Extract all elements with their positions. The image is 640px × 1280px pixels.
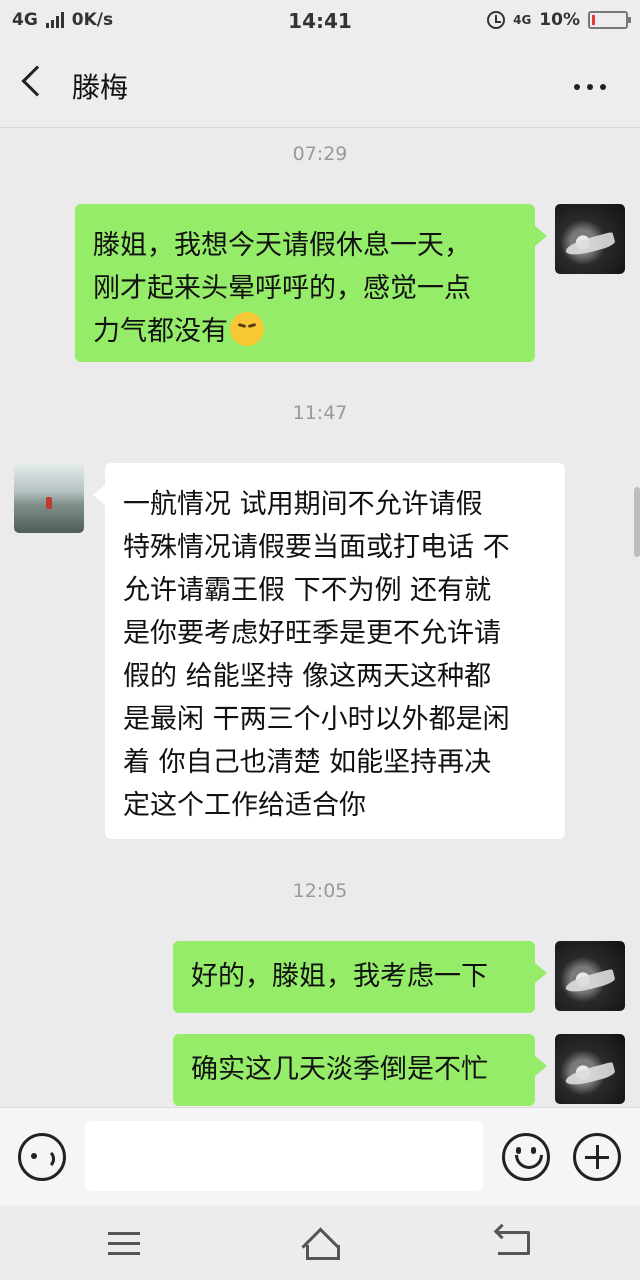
- message-bubble-sent[interactable]: 好的，滕姐，我考虑一下: [173, 941, 547, 1013]
- system-nav-bar: [0, 1205, 640, 1280]
- alarm-icon: [487, 11, 506, 29]
- my-avatar[interactable]: [555, 941, 625, 1011]
- message-line: 好的，滕姐，我考虑一下: [191, 961, 488, 992]
- battery-percent: 10%: [539, 10, 580, 30]
- chat-title: 滕梅: [72, 71, 129, 104]
- message-line: 是你要考虑好旺季是更不允许请: [123, 618, 501, 649]
- message-line: 是最闲 干两三个小时以外都是闲: [123, 704, 510, 735]
- back-arrow-icon[interactable]: [21, 65, 53, 97]
- back-nav-icon[interactable]: [498, 1231, 530, 1255]
- status-bar: 4G 0K/s 14:41 4G 10%: [0, 0, 640, 44]
- message-line: 允许请霸王假 下不为例 还有就: [123, 575, 492, 606]
- message-line: 力气都没有: [93, 310, 517, 353]
- message-line: 滕姐，我想今天请假休息一天，: [93, 230, 471, 261]
- message-line: 定这个工作给适合你: [123, 790, 366, 821]
- battery-fill: [592, 15, 595, 25]
- menu-icon[interactable]: [108, 1232, 140, 1262]
- message-line: 确实这几天淡季倒是不忙: [191, 1054, 488, 1085]
- pensive-face-emoji-icon: [230, 312, 264, 346]
- message-input[interactable]: [85, 1121, 483, 1191]
- status-right: 4G 10%: [487, 10, 631, 30]
- timestamp: 11:47: [292, 402, 348, 424]
- timestamp: 12:05: [292, 880, 348, 902]
- more-options-icon[interactable]: [574, 84, 606, 90]
- battery-icon: [588, 11, 631, 29]
- message-bubble-received[interactable]: 一航情况 试用期间不允许请假 特殊情况请假要当面或打电话 不 允许请霸王假 下不…: [93, 463, 565, 839]
- message-bubble-sent[interactable]: 滕姐，我想今天请假休息一天， 刚才起来头晕呼呼的，感觉一点 力气都没有: [75, 204, 547, 362]
- plus-icon[interactable]: [573, 1133, 621, 1181]
- message-line: 一航情况 试用期间不允许请假: [123, 489, 483, 520]
- message-line: 特殊情况请假要当面或打电话 不: [123, 532, 510, 563]
- message-line: 刚才起来头晕呼呼的，感觉一点: [93, 273, 471, 304]
- voice-icon[interactable]: [18, 1133, 66, 1181]
- network-secondary: 4G: [513, 13, 532, 27]
- chat-header: 滕梅: [0, 44, 640, 128]
- my-avatar[interactable]: [555, 1034, 625, 1104]
- timestamp: 07:29: [292, 143, 348, 165]
- contact-avatar[interactable]: [14, 463, 84, 533]
- my-avatar[interactable]: [555, 204, 625, 274]
- message-line: 假的 给能坚持 像这两天这种都: [123, 661, 492, 692]
- message-bubble-sent[interactable]: 确实这几天淡季倒是不忙: [173, 1034, 547, 1106]
- scrollbar[interactable]: [634, 487, 640, 557]
- input-bar: [0, 1107, 640, 1205]
- emoji-icon[interactable]: [502, 1133, 550, 1181]
- message-line: 着 你自己也清楚 如能坚持再决: [123, 747, 492, 778]
- message-line-text: 力气都没有: [93, 316, 228, 347]
- home-icon[interactable]: [300, 1231, 340, 1260]
